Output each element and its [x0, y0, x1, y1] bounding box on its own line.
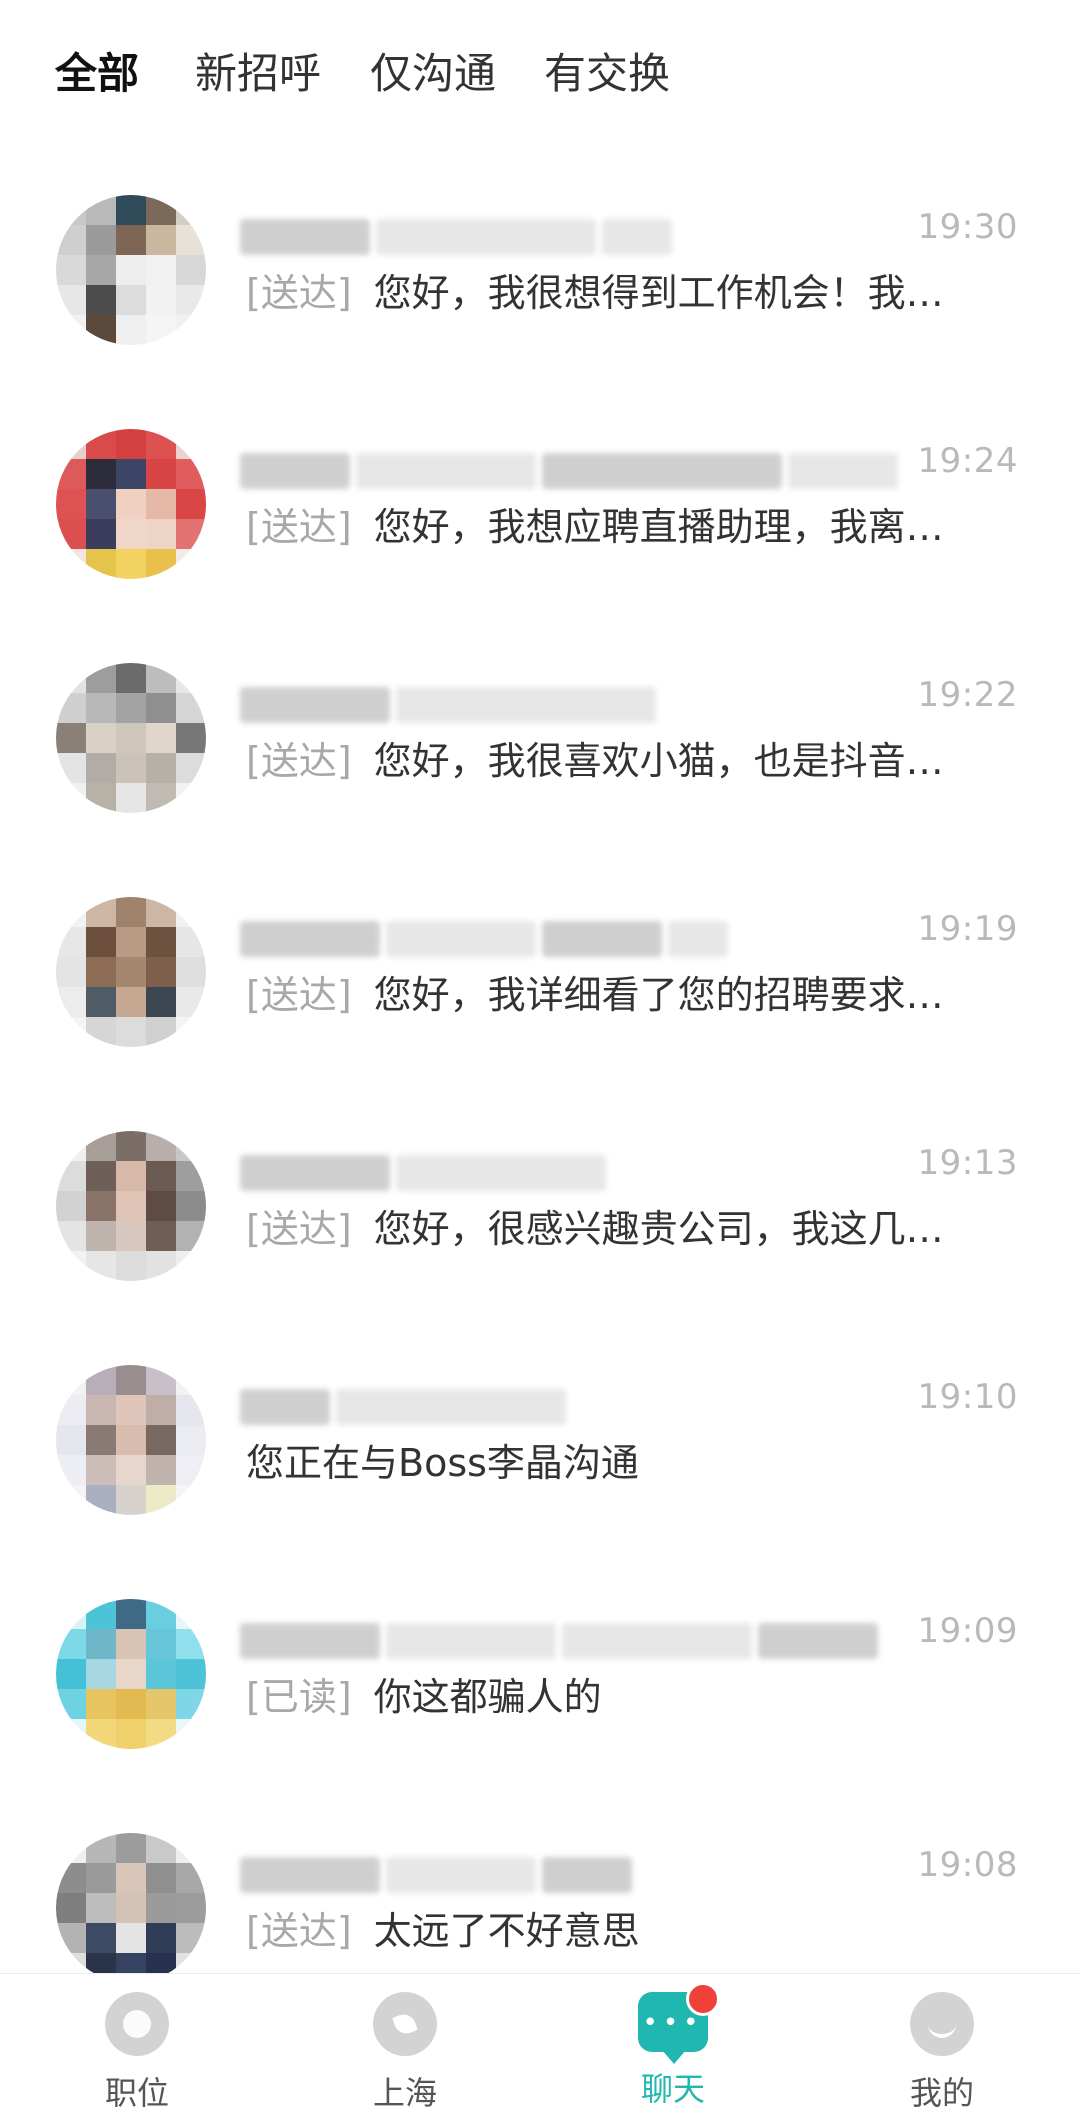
message-time: 19:22: [917, 675, 1018, 715]
message-text: 您好，我详细看了您的招聘要求…: [373, 973, 944, 1017]
message-time: 19:10: [917, 1377, 1018, 1417]
avatar: [56, 897, 206, 1047]
avatar: [56, 429, 206, 579]
conversation-row[interactable]: 19:09 [已读] 你这都骗人的: [0, 1559, 1080, 1793]
nav-label: 聊天: [640, 2070, 705, 2108]
conversation-row[interactable]: 19:19 [送达] 您好，我详细看了您的招聘要求…: [0, 857, 1080, 1091]
nav-jobs[interactable]: 职位: [57, 1992, 217, 2114]
delivery-status: [送达]: [246, 1909, 352, 1953]
message-text: 您好，我很喜欢小猫，也是抖音…: [373, 739, 944, 783]
nav-label: 我的: [909, 2074, 974, 2112]
briefcase-icon: [105, 1992, 169, 2056]
message-text: 您正在与Boss李晶沟通: [246, 1441, 639, 1485]
nav-label: 职位: [104, 2074, 169, 2112]
delivery-status: [送达]: [246, 505, 352, 549]
avatar: [56, 1365, 206, 1515]
tab-label: 有交换: [544, 49, 671, 98]
conversation-row[interactable]: 19:24 [送达] 您好，我想应聘直播助理，我离…: [0, 389, 1080, 623]
message-text: 您好，我想应聘直播助理，我离…: [373, 505, 944, 549]
message-preview: [送达] 您好，我很喜欢小猫，也是抖音…: [246, 735, 1016, 787]
profile-icon: [910, 1992, 974, 2056]
nav-chat[interactable]: ••• 聊天: [593, 1982, 753, 2110]
tab-exchanged[interactable]: 有交换: [544, 44, 670, 104]
contact-name-redacted: [240, 683, 656, 727]
contact-name-redacted: [240, 449, 898, 493]
contact-name-redacted: [240, 1619, 878, 1663]
conversation-row[interactable]: 19:22 [送达] 您好，我很喜欢小猫，也是抖音…: [0, 623, 1080, 857]
avatar: [56, 1599, 206, 1749]
message-preview: [送达] 您好，我详细看了您的招聘要求…: [246, 969, 1016, 1021]
filter-tabs: 全部 新招呼 仅沟通 有交换: [0, 0, 1080, 140]
tab-chat-only[interactable]: 仅沟通: [370, 44, 496, 104]
bottom-navigation: 职位 上海 ••• 聊天 我的: [0, 1973, 1080, 2124]
avatar: [56, 1131, 206, 1281]
tab-all[interactable]: 全部: [53, 44, 140, 104]
delivery-status: [送达]: [246, 973, 352, 1017]
delivery-status: [送达]: [246, 739, 352, 783]
message-text: 您好，我很想得到工作机会！我…: [373, 271, 944, 315]
message-text: 太远了不好意思: [373, 1909, 640, 1953]
nav-city[interactable]: 上海: [325, 1992, 485, 2114]
message-text: 您好，很感兴趣贵公司，我这几…: [373, 1207, 944, 1251]
message-preview: [送达] 您好，很感兴趣贵公司，我这几…: [246, 1203, 1016, 1255]
conversation-row[interactable]: 19:13 [送达] 您好，很感兴趣贵公司，我这几…: [0, 1091, 1080, 1325]
conversation-row[interactable]: 19:10 您正在与Boss李晶沟通: [0, 1325, 1080, 1559]
message-time: 19:24: [917, 441, 1018, 481]
message-time: 19:13: [917, 1143, 1018, 1183]
nav-profile[interactable]: 我的: [862, 1992, 1022, 2114]
avatar: [56, 1833, 206, 1983]
delivery-status: [送达]: [246, 1207, 352, 1251]
leaf-icon: [373, 1992, 437, 2056]
message-preview: [送达] 您好，我很想得到工作机会！我…: [246, 267, 1016, 319]
message-time: 19:19: [917, 909, 1018, 949]
nav-label: 上海: [372, 2074, 437, 2112]
contact-name-redacted: [240, 1853, 632, 1897]
avatar: [56, 663, 206, 813]
contact-name-redacted: [240, 1151, 606, 1195]
delivery-status: [送达]: [246, 271, 352, 315]
message-preview: 您正在与Boss李晶沟通: [246, 1437, 1016, 1489]
contact-name-redacted: [240, 917, 728, 961]
message-preview: [送达] 太远了不好意思: [246, 1905, 1016, 1957]
message-preview: [送达] 您好，我想应聘直播助理，我离…: [246, 501, 1016, 553]
message-preview: [已读] 你这都骗人的: [246, 1671, 1016, 1723]
avatar: [56, 195, 206, 345]
contact-name-redacted: [240, 1385, 566, 1429]
message-time: 19:30: [917, 207, 1018, 247]
contact-name-redacted: [240, 215, 672, 259]
message-text: 你这都骗人的: [373, 1675, 602, 1719]
chat-bubble-icon: •••: [638, 1982, 720, 2064]
unread-badge: [686, 1982, 720, 2016]
tab-label: 仅沟通: [370, 49, 497, 98]
read-status: [已读]: [246, 1675, 352, 1719]
tab-label: 全部: [55, 49, 140, 98]
conversation-row[interactable]: 19:30 [送达] 您好，我很想得到工作机会！我…: [0, 155, 1080, 389]
tab-label: 新招呼: [195, 49, 322, 98]
message-time: 19:08: [917, 1845, 1018, 1885]
message-time: 19:09: [917, 1611, 1018, 1651]
tab-new-greetings[interactable]: 新招呼: [195, 44, 321, 104]
